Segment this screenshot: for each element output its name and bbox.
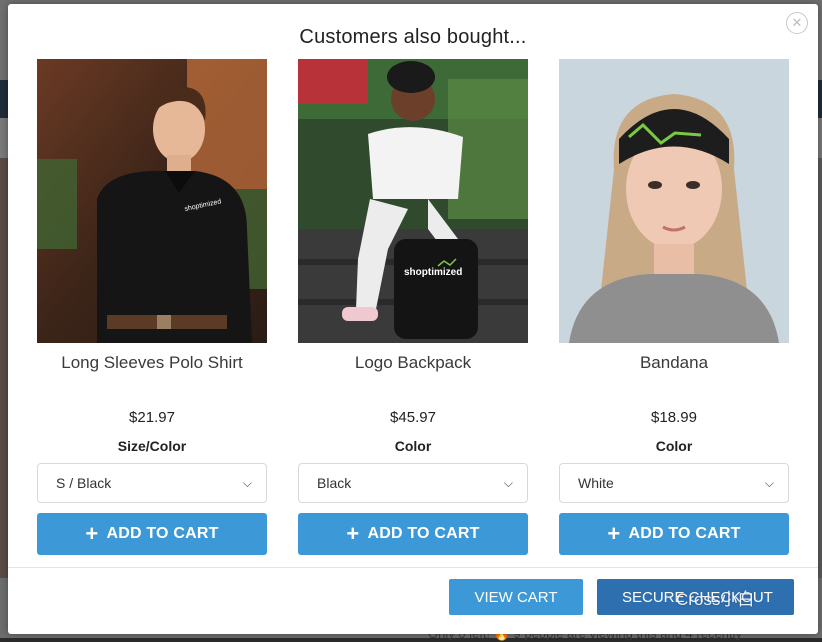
- product-image-polo-shirt[interactable]: shoptimized: [37, 59, 267, 343]
- product-name[interactable]: Bandana: [559, 353, 789, 405]
- plus-icon: +: [85, 521, 99, 546]
- add-to-cart-button[interactable]: + ADD TO CART: [559, 513, 789, 555]
- modal-footer-divider: [8, 567, 818, 568]
- add-to-cart-label: ADD TO CART: [106, 525, 219, 542]
- chevron-down-icon: ⌵: [764, 475, 774, 490]
- option-label: Size/Color: [117, 438, 187, 454]
- product-price: $18.99: [651, 409, 697, 426]
- product-name[interactable]: Logo Backpack: [298, 353, 528, 405]
- add-to-cart-label: ADD TO CART: [628, 525, 741, 542]
- modal-title: Customers also bought...: [299, 26, 527, 48]
- product-card: Bandana $18.99 Color White ⌵ + ADD TO CA…: [559, 59, 789, 555]
- product-image-bandana[interactable]: [559, 59, 789, 343]
- add-to-cart-button[interactable]: + ADD TO CART: [37, 513, 267, 555]
- product-image-backpack[interactable]: shoptimized: [298, 59, 528, 343]
- background-left-image: [0, 158, 8, 578]
- product-card: shoptimized Long Sleeves Polo Shirt $21.…: [37, 59, 267, 555]
- variant-select[interactable]: Black ⌵: [298, 463, 528, 503]
- product-list: shoptimized Long Sleeves Polo Shirt $21.…: [37, 59, 789, 555]
- view-cart-label: VIEW CART: [474, 588, 558, 606]
- watermark-text: Cross小白: [676, 590, 755, 609]
- add-to-cart-button[interactable]: + ADD TO CART: [298, 513, 528, 555]
- product-name[interactable]: Long Sleeves Polo Shirt: [37, 353, 267, 405]
- product-price: $21.97: [129, 409, 175, 426]
- close-icon[interactable]: ✕: [786, 12, 808, 34]
- upsell-modal: Customers also bought... ✕ shoptimized L…: [8, 4, 818, 634]
- option-label: Color: [655, 438, 693, 454]
- plus-icon: +: [346, 521, 360, 546]
- variant-select-value: Black: [317, 475, 352, 491]
- variant-select-value: S / Black: [56, 475, 112, 491]
- product-price: $45.97: [390, 409, 436, 426]
- variant-select[interactable]: S / Black ⌵: [37, 463, 267, 503]
- product-card: shoptimized Logo Backpack $45.97 Color B…: [298, 59, 528, 555]
- chevron-down-icon: ⌵: [242, 475, 252, 490]
- add-to-cart-label: ADD TO CART: [367, 525, 480, 542]
- chevron-down-icon: ⌵: [503, 475, 513, 490]
- product-logo-text: shoptimized: [404, 267, 462, 278]
- view-cart-button[interactable]: VIEW CART: [449, 579, 583, 615]
- option-label: Color: [394, 438, 432, 454]
- variant-select-value: White: [578, 475, 614, 491]
- plus-icon: +: [607, 521, 621, 546]
- variant-select[interactable]: White ⌵: [559, 463, 789, 503]
